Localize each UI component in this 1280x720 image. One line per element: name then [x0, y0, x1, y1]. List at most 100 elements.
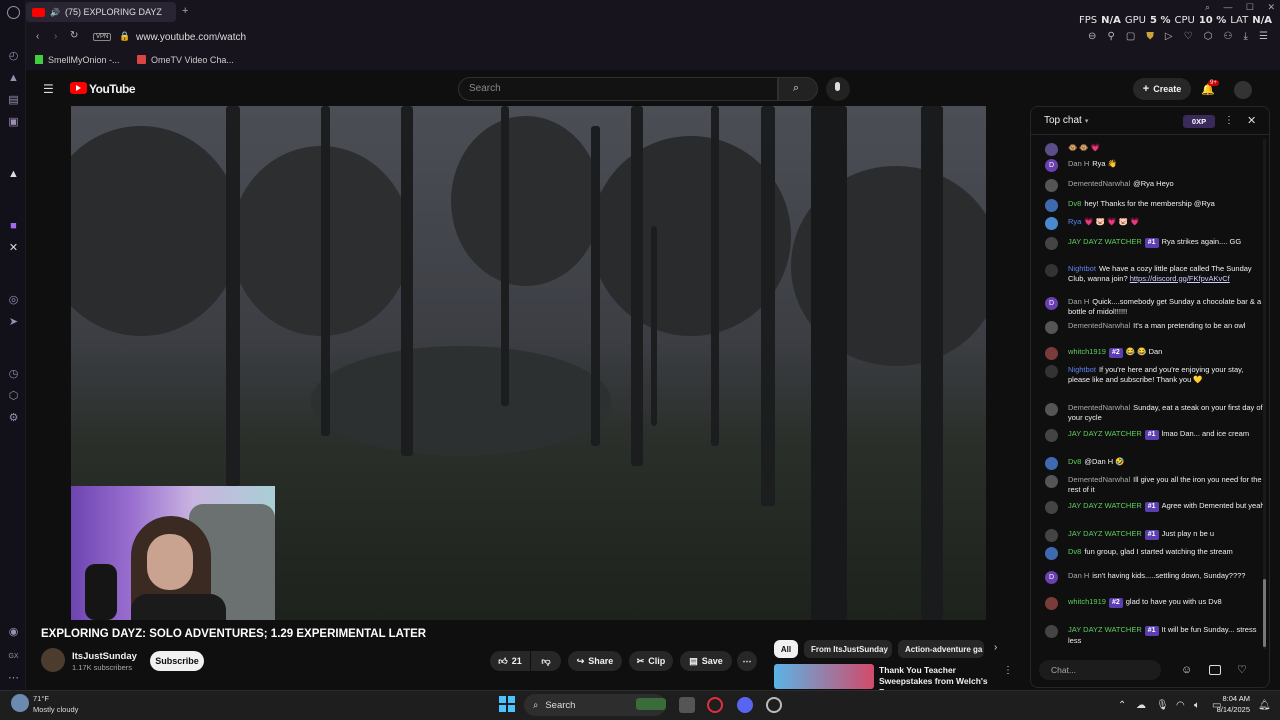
scrollbar-thumb[interactable] — [1263, 579, 1266, 647]
chat-avatar[interactable] — [1045, 597, 1058, 610]
chat-avatar[interactable] — [1045, 547, 1058, 560]
chat-menu-icon[interactable]: ⋮ — [1224, 115, 1234, 126]
chat-message[interactable]: D Dan H Rya 👋 — [1041, 159, 1266, 172]
chat-avatar[interactable] — [1045, 403, 1058, 416]
forward-icon[interactable]: › — [54, 31, 57, 42]
channel-name[interactable]: ItsJustSunday — [72, 651, 137, 662]
chat-message[interactable]: DementedNarwhal It's a man pretending to … — [1041, 321, 1266, 334]
chat-message[interactable]: whitch1919 #2 glad to have you with us Dv8 — [1041, 597, 1266, 610]
chat-avatar[interactable] — [1045, 237, 1058, 250]
chat-author[interactable]: whitch1919 — [1068, 597, 1106, 606]
chat-message[interactable]: 🐵 🐵 💗 — [1041, 143, 1266, 156]
more-icon[interactable]: ⋯ — [7, 672, 20, 685]
avatar[interactable] — [1234, 81, 1252, 99]
bookmark-item[interactable]: OmeTV Video Cha... — [151, 55, 234, 65]
send-icon[interactable]: ➤ — [7, 316, 20, 329]
chat-avatar[interactable] — [1045, 143, 1058, 156]
chat-author[interactable]: DementedNarwhal — [1068, 403, 1130, 412]
bookmark-item[interactable]: SmellMyOnion -... — [48, 55, 120, 65]
vpn-badge[interactable]: VPN — [93, 33, 112, 41]
save-button[interactable]: ▤ Save — [680, 651, 732, 671]
gift-icon[interactable] — [1209, 665, 1221, 675]
speaker-icon[interactable]: 🔊 — [50, 8, 60, 17]
chat-message[interactable]: DementedNarwhal Ill give you all the iron… — [1041, 475, 1266, 494]
download-icon[interactable]: ⤓ — [1244, 31, 1248, 44]
chat-avatar[interactable] — [1045, 264, 1058, 277]
chat-author[interactable]: Dv8 — [1068, 199, 1081, 208]
chat-author[interactable]: Nightbot — [1068, 264, 1096, 273]
chat-author[interactable]: Dv8 — [1068, 457, 1081, 466]
zoom-icon[interactable]: ⊖ — [1088, 31, 1096, 44]
chat-message[interactable]: JAY DAYZ WATCHER #1 Rya strikes again.... … — [1041, 237, 1266, 250]
snapshot-icon[interactable]: ▢ — [1126, 31, 1135, 44]
xp-badge[interactable]: 0XP — [1183, 115, 1215, 128]
app-icon[interactable] — [766, 697, 782, 713]
chat-message[interactable]: Dv8 hey! Thanks for the membership @Rya — [1041, 199, 1266, 212]
chat-message[interactable]: Rya 💗 🐷 💗 🐷 💗 — [1041, 217, 1266, 230]
more-actions-button[interactable]: ⋯ — [737, 651, 757, 671]
chat-author[interactable]: DementedNarwhal — [1068, 321, 1130, 330]
chat-author[interactable]: JAY DAYZ WATCHER — [1068, 529, 1142, 538]
chat-avatar[interactable] — [1045, 179, 1058, 192]
chat-avatar[interactable] — [1045, 625, 1058, 638]
notification-center-icon[interactable]: 🔔︎ — [1258, 700, 1271, 711]
start-button[interactable] — [499, 696, 515, 712]
chat-author[interactable]: Dan H — [1068, 159, 1089, 168]
chat-avatar[interactable]: D — [1045, 571, 1058, 584]
chat-message[interactable]: JAY DAYZ WATCHER #1 Agree with Demented bu… — [1041, 501, 1266, 514]
maximize-icon[interactable]: ☐ — [1246, 2, 1254, 13]
chat-avatar[interactable] — [1045, 199, 1058, 212]
chat-avatar[interactable] — [1045, 475, 1058, 488]
account-icon[interactable]: ⚇ — [1224, 31, 1233, 44]
cloud-icon[interactable]: ☁ — [1136, 700, 1146, 711]
volume-icon[interactable]: 🔈︎ — [1194, 700, 1200, 711]
mods-icon[interactable]: ▤ — [7, 94, 20, 107]
chat-mode-label[interactable]: Top chat — [1044, 115, 1082, 126]
emoji-icon[interactable]: ☺ — [1181, 664, 1192, 676]
opera-logo-icon[interactable] — [7, 6, 20, 19]
extensions-icon[interactable]: ⬡ — [1204, 31, 1213, 44]
chat-avatar[interactable] — [1045, 529, 1058, 542]
chat-scrollbar[interactable] — [1263, 139, 1266, 649]
aria-icon[interactable]: ▲ — [7, 168, 20, 181]
player-icon[interactable]: ◎ — [7, 294, 20, 307]
heart-icon[interactable]: ♡ — [1184, 31, 1193, 44]
chat-avatar[interactable] — [1045, 321, 1058, 334]
new-tab-button[interactable]: + — [182, 5, 188, 17]
recommended-more-icon[interactable]: ⋮ — [1003, 665, 1013, 676]
chat-link[interactable]: https://discord.gg/FKfpvAKvCf — [1130, 274, 1230, 283]
dislike-button[interactable]: 👎︎ — [531, 651, 561, 671]
create-button[interactable]: + Create — [1133, 78, 1191, 100]
chat-author[interactable]: whitch1919 — [1068, 347, 1106, 356]
news-icon[interactable]: ▣ — [7, 116, 20, 129]
x-twitter-icon[interactable]: ✕ — [7, 242, 20, 255]
chat-message[interactable]: DementedNarwhal Sunday, eat a steak on yo… — [1041, 403, 1266, 422]
wifi-icon[interactable]: ◠ — [1176, 700, 1185, 711]
url-field[interactable]: www.youtube.com/watch — [136, 32, 246, 43]
chat-author[interactable]: Nightbot — [1068, 365, 1096, 374]
chat-message[interactable]: Nightbot We have a cozy little place call… — [1041, 264, 1266, 283]
lock-icon[interactable]: 🔒 — [119, 31, 130, 42]
discord-icon[interactable] — [737, 697, 753, 713]
chip-from-channel[interactable]: From ItsJustSunday — [804, 640, 892, 658]
chip-all[interactable]: All — [774, 640, 798, 658]
chat-avatar[interactable] — [1045, 457, 1058, 470]
chat-author[interactable]: Rya — [1068, 217, 1081, 226]
youtube-logo-text[interactable]: YouTube — [89, 82, 136, 96]
weather-icon[interactable] — [11, 694, 29, 712]
task-view-icon[interactable] — [679, 697, 695, 713]
close-window-icon[interactable]: ✕ — [1267, 2, 1275, 13]
search-input[interactable]: Search — [458, 77, 778, 101]
chat-avatar[interactable] — [1045, 365, 1058, 378]
clip-button[interactable]: ✂ Clip — [629, 651, 673, 671]
chat-author[interactable]: DementedNarwhal — [1068, 179, 1130, 188]
chat-message[interactable]: whitch1919 #2 😂 😂 Dan — [1041, 347, 1266, 360]
chat-message[interactable]: DementedNarwhal @Rya Heyo — [1041, 179, 1266, 192]
opera-gx-taskbar-icon[interactable] — [707, 697, 723, 713]
history-icon[interactable]: ◴ — [7, 50, 20, 63]
chat-avatar[interactable] — [1045, 501, 1058, 514]
chat-author[interactable]: DementedNarwhal — [1068, 475, 1130, 484]
pin-icon[interactable]: ⚲ — [1107, 31, 1114, 44]
back-icon[interactable]: ‹ — [36, 31, 39, 42]
heart-reaction-icon[interactable]: ♡ — [1237, 663, 1247, 676]
